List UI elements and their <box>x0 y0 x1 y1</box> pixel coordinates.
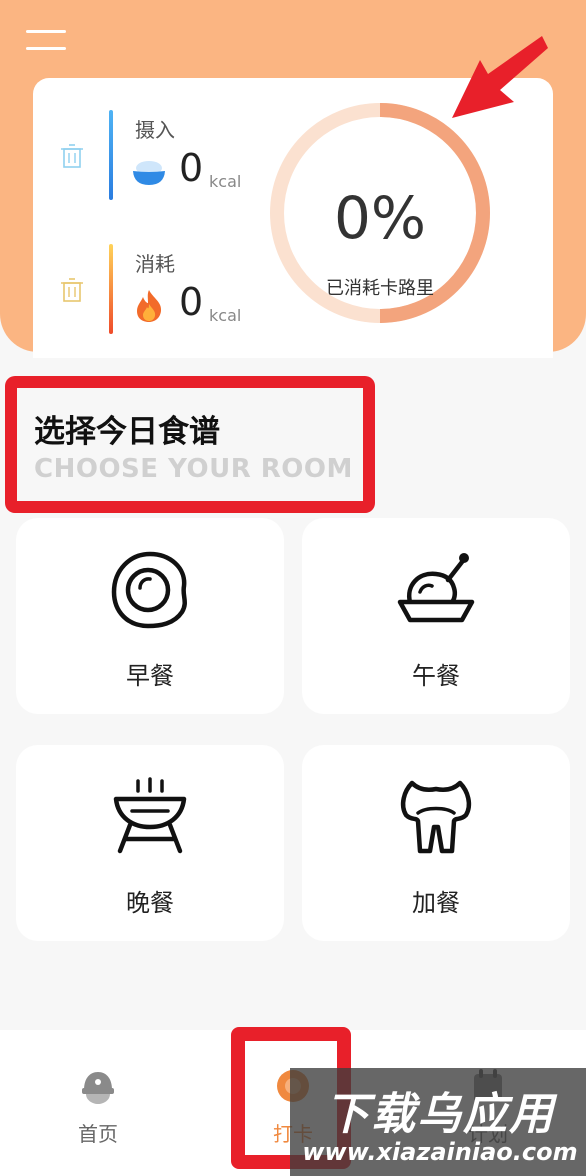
watermark: 下载乌应用 www.xiazainiao.com <box>290 1068 586 1176</box>
intake-row: 摄入 0 kcal <box>33 108 273 203</box>
meal-label-snack: 加餐 <box>412 889 460 917</box>
intake-value: 0 <box>179 146 204 190</box>
snack-icon <box>400 780 472 854</box>
calorie-progress-ring: 0% 已消耗卡路里 <box>267 100 493 326</box>
progress-percent: 0% <box>333 184 426 252</box>
flame-icon <box>137 290 162 322</box>
section-subtitle: CHOOSE YOUR ROOM <box>34 454 353 484</box>
fried-egg-icon <box>111 551 187 629</box>
watermark-title: 下载乌应用 <box>325 1089 555 1140</box>
burned-label: 消耗 <box>135 252 175 276</box>
home-icon <box>82 1072 114 1104</box>
meal-card-breakfast[interactable]: 早餐 <box>16 518 284 714</box>
meal-label-dinner: 晚餐 <box>126 889 174 917</box>
intake-unit: kcal <box>209 172 242 191</box>
bowl-icon <box>133 161 165 185</box>
roast-chicken-icon <box>397 553 475 623</box>
menu-icon[interactable] <box>26 30 68 52</box>
red-arrow-annotation <box>452 36 548 118</box>
meal-card-dinner[interactable]: 晚餐 <box>16 745 284 941</box>
burned-unit: kcal <box>209 306 242 325</box>
meal-card-snack[interactable]: 加餐 <box>302 745 570 941</box>
nav-home[interactable]: 首页 <box>18 1030 178 1176</box>
progress-caption: 已消耗卡路里 <box>326 278 434 299</box>
meal-label-breakfast: 早餐 <box>126 662 174 690</box>
grill-icon <box>113 777 187 854</box>
intake-bar <box>109 110 113 200</box>
meal-label-lunch: 午餐 <box>412 662 460 690</box>
burned-value: 0 <box>179 280 204 324</box>
watermark-url: www.xiazainiao.com <box>302 1138 578 1166</box>
burned-bar <box>109 244 113 334</box>
burned-row: 消耗 0 kcal <box>33 242 273 337</box>
delete-intake-icon[interactable] <box>61 144 83 168</box>
meal-card-lunch[interactable]: 午餐 <box>302 518 570 714</box>
nav-home-label: 首页 <box>78 1122 118 1146</box>
section-title: 选择今日食谱 <box>34 414 220 450</box>
delete-burned-icon[interactable] <box>61 278 83 302</box>
intake-label: 摄入 <box>135 118 175 142</box>
